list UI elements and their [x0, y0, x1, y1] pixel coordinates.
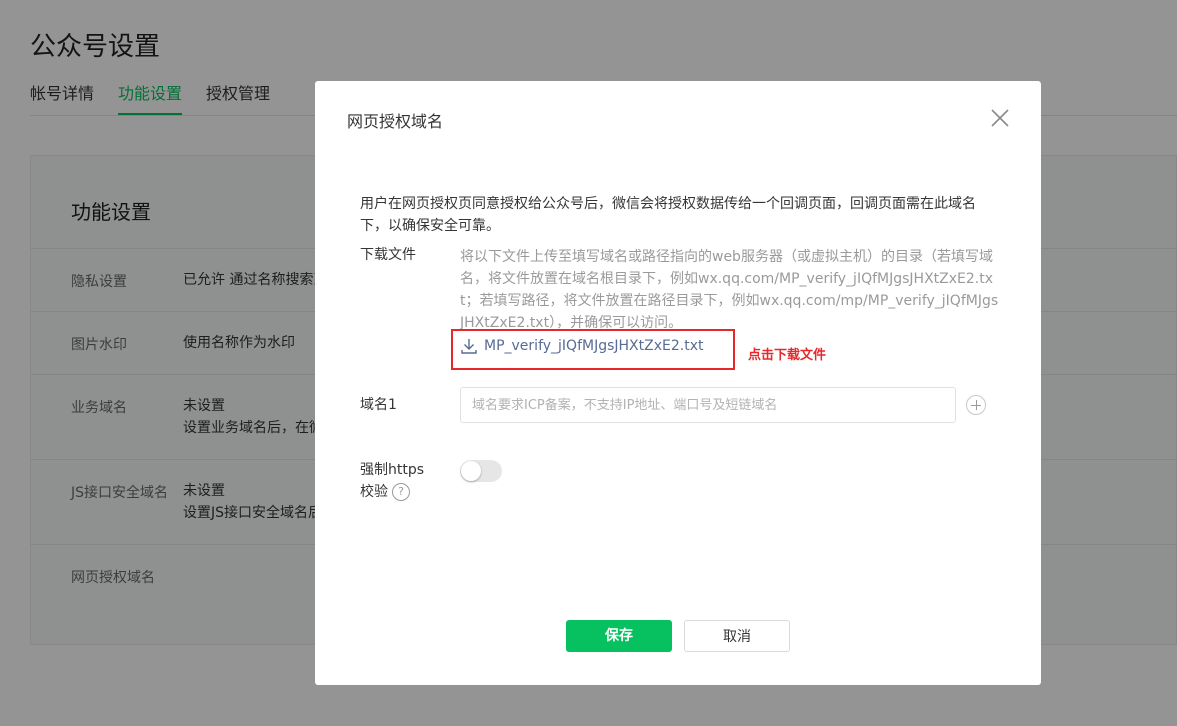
force-https-label: 强制https 校验?	[360, 459, 424, 503]
download-file-name: MP_verify_jIQfMJgsJHXtZxE2.txt	[484, 338, 704, 354]
download-icon	[461, 339, 477, 354]
cancel-button[interactable]: 取消	[684, 620, 790, 652]
domain-1-input[interactable]	[460, 387, 956, 423]
help-icon[interactable]: ?	[392, 483, 410, 501]
force-https-label-line2: 校验	[360, 484, 388, 500]
dialog-title: 网页授权域名	[347, 112, 444, 131]
close-icon[interactable]	[989, 107, 1011, 129]
download-file-label: 下载文件	[360, 247, 416, 263]
download-file-link[interactable]: MP_verify_jIQfMJgsJHXtZxE2.txt	[460, 337, 703, 355]
toggle-knob	[461, 461, 481, 481]
dialog-intro: 用户在网页授权页同意授权给公众号后，微信会将授权数据传给一个回调页面，回调页面需…	[360, 196, 976, 234]
annotation-click-download: 点击下载文件	[748, 348, 827, 363]
force-https-toggle[interactable]	[460, 460, 502, 482]
save-button[interactable]: 保存	[566, 620, 672, 652]
oauth-domain-dialog: 网页授权域名 用户在网页授权页同意授权给公众号后，微信会将授权数据传给一个回调页…	[315, 81, 1041, 685]
download-description: 将以下文件上传至填写域名或路径指向的web服务器（或虚拟主机）的目录（若填写域名…	[460, 249, 999, 331]
add-domain-button[interactable]	[966, 395, 986, 415]
domain-1-label: 域名1	[360, 397, 397, 413]
force-https-label-line1: 强制https	[360, 462, 425, 478]
